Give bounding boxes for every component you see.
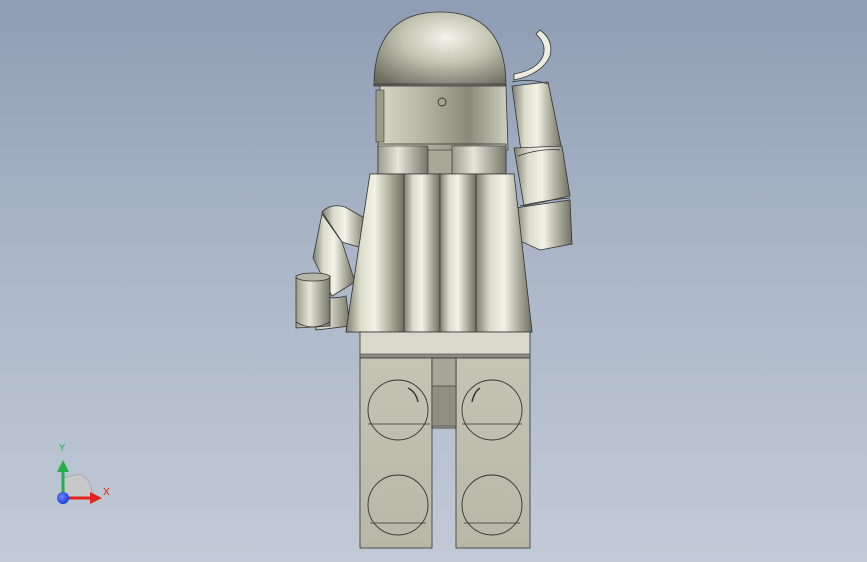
model-view[interactable]	[0, 0, 867, 562]
torso	[345, 173, 533, 333]
hip	[359, 331, 531, 359]
neck	[377, 143, 507, 175]
right-arm	[511, 29, 573, 251]
head	[373, 11, 509, 151]
legs	[359, 357, 531, 549]
triad-y-label: Y	[59, 443, 66, 454]
graphics-viewport[interactable]: Y X	[0, 0, 867, 562]
view-triad-icon	[57, 460, 102, 504]
triad-x-label: X	[103, 487, 110, 498]
